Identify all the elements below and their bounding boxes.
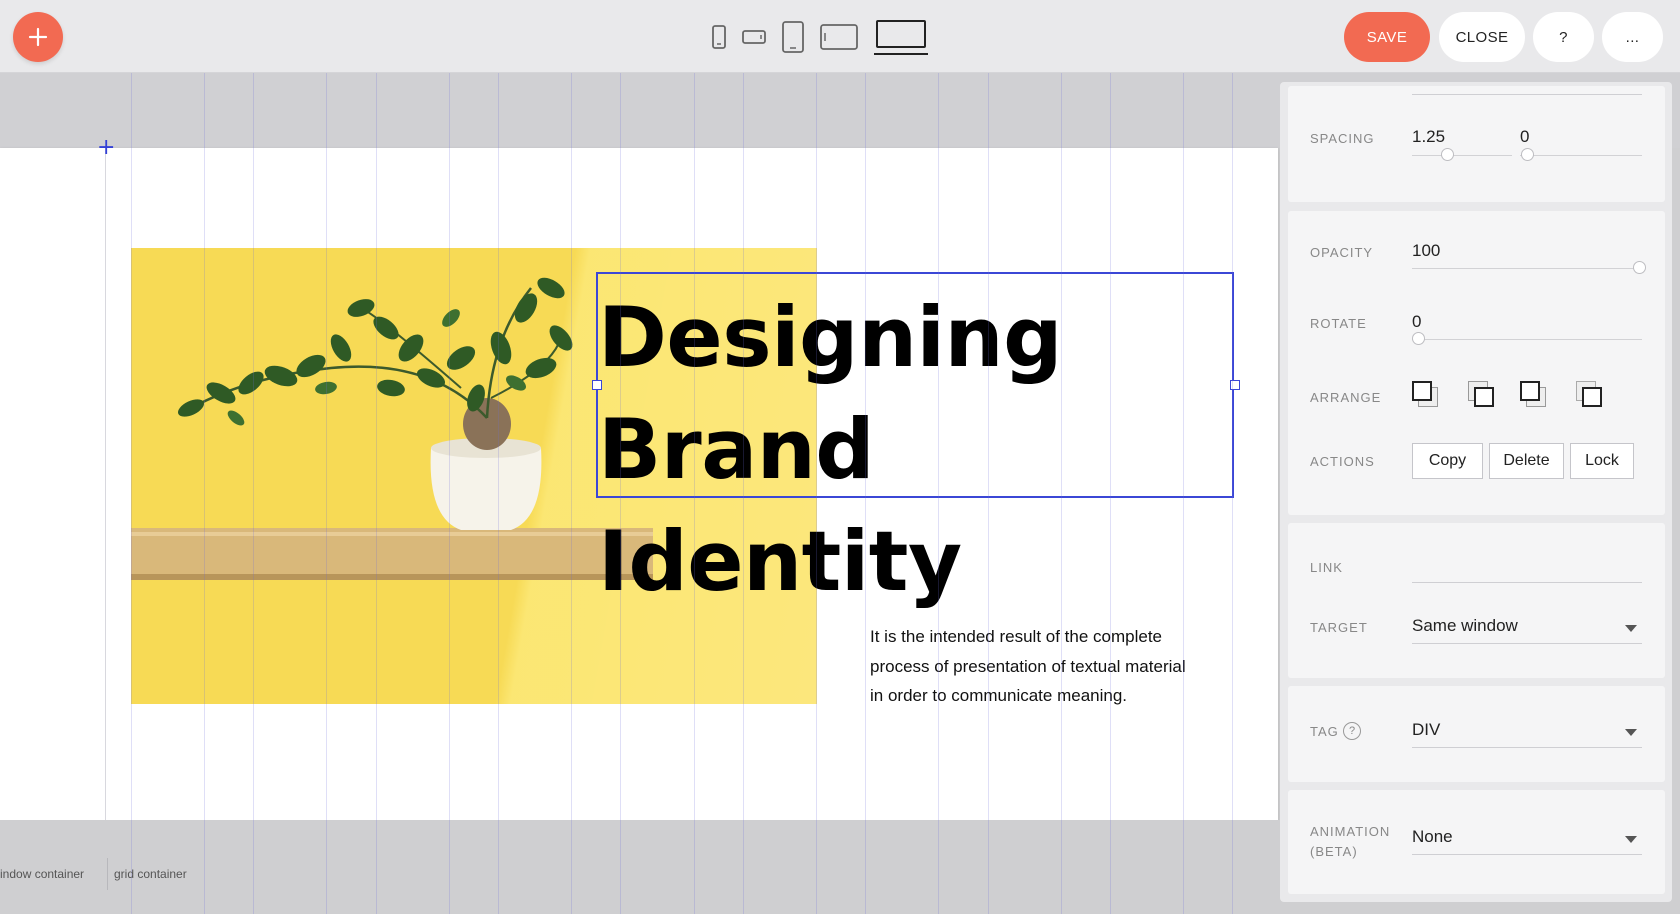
phone-landscape-icon <box>742 30 766 44</box>
close-button[interactable]: CLOSE <box>1439 12 1525 62</box>
bring-forward-button[interactable] <box>1520 381 1548 409</box>
column-guide <box>865 73 866 914</box>
spacing-label: SPACING <box>1310 131 1375 146</box>
rotate-label: ROTATE <box>1310 316 1367 331</box>
device-phone-portrait-button[interactable] <box>712 25 726 49</box>
letter-spacing-value[interactable]: 0 <box>1520 127 1529 147</box>
chevron-down-icon[interactable] <box>1625 729 1637 736</box>
opacity-slider-knob[interactable] <box>1633 261 1646 274</box>
column-guide <box>449 73 450 914</box>
bring-to-front-button[interactable] <box>1412 381 1440 409</box>
breadcrumb-grid-container[interactable]: grid container <box>114 867 187 881</box>
column-guide <box>1232 73 1233 914</box>
opacity-slider-track[interactable] <box>1412 268 1642 269</box>
column-guide <box>498 73 499 914</box>
letter-spacing-slider-knob[interactable] <box>1521 148 1534 161</box>
animation-label-line-2: (BETA) <box>1310 844 1358 859</box>
card-top-divider <box>1412 94 1642 95</box>
line-spacing-value[interactable]: 1.25 <box>1412 127 1445 147</box>
animation-label: ANIMATION (BETA) <box>1310 822 1390 862</box>
save-button[interactable]: SAVE <box>1344 12 1430 62</box>
column-guide <box>988 73 989 914</box>
page-left-edge <box>105 148 106 820</box>
column-guide <box>326 73 327 914</box>
laptop-icon <box>876 19 926 48</box>
copy-button[interactable]: Copy <box>1412 443 1483 479</box>
delete-button[interactable]: Delete <box>1489 443 1564 479</box>
tablet-landscape-icon <box>820 24 858 50</box>
animation-select[interactable]: None <box>1412 827 1453 847</box>
device-tablet-landscape-button[interactable] <box>820 24 858 50</box>
target-select-underline <box>1412 643 1642 644</box>
device-tablet-portrait-button[interactable] <box>782 21 804 53</box>
rotate-value[interactable]: 0 <box>1412 312 1421 332</box>
line-spacing-slider-track[interactable] <box>1412 155 1512 156</box>
target-select[interactable]: Same window <box>1412 616 1518 636</box>
help-button[interactable]: ? <box>1533 12 1594 62</box>
opacity-value[interactable]: 100 <box>1412 241 1440 261</box>
add-element-button[interactable] <box>13 12 63 62</box>
animation-label-line-1: ANIMATION <box>1310 824 1391 839</box>
breadcrumb-window-container[interactable]: indow container <box>0 867 84 881</box>
body-paragraph[interactable]: It is the intended result of the complet… <box>870 622 1200 711</box>
column-guide <box>938 73 939 914</box>
column-guide <box>131 73 132 914</box>
breadcrumb-divider <box>107 858 108 890</box>
link-card <box>1288 523 1665 678</box>
device-phone-landscape-button[interactable] <box>742 30 766 44</box>
column-guide <box>1061 73 1062 914</box>
actions-label: ACTIONS <box>1310 454 1375 469</box>
column-guide <box>204 73 205 914</box>
line-spacing-slider-knob[interactable] <box>1441 148 1454 161</box>
bring-to-front-icon <box>1412 381 1432 401</box>
arrange-label: ARRANGE <box>1310 390 1382 405</box>
tag-label: TAG <box>1310 724 1339 739</box>
phone-portrait-icon <box>712 25 726 49</box>
link-input-underline <box>1412 582 1642 583</box>
top-toolbar: SAVE CLOSE ? ... <box>0 0 1680 73</box>
animation-select-underline <box>1412 854 1642 855</box>
link-input[interactable] <box>1412 554 1642 578</box>
rotate-slider-knob[interactable] <box>1412 332 1425 345</box>
send-backward-button[interactable] <box>1576 381 1604 409</box>
lock-button[interactable]: Lock <box>1570 443 1634 479</box>
column-guide <box>694 73 695 914</box>
opacity-label: OPACITY <box>1310 245 1374 260</box>
more-options-button[interactable]: ... <box>1602 12 1663 62</box>
device-switcher <box>712 16 928 58</box>
chevron-down-icon[interactable] <box>1625 836 1637 843</box>
help-circle-icon[interactable]: ? <box>1343 722 1361 740</box>
link-label: LINK <box>1310 560 1343 575</box>
origin-crosshair-icon: + <box>97 135 116 160</box>
send-to-back-icon <box>1474 387 1494 407</box>
column-guide <box>376 73 377 914</box>
chevron-down-icon[interactable] <box>1625 625 1637 632</box>
target-label: TARGET <box>1310 620 1368 635</box>
send-backward-icon <box>1582 387 1602 407</box>
column-guide <box>1110 73 1111 914</box>
column-guide <box>620 73 621 914</box>
send-to-back-button[interactable] <box>1468 381 1496 409</box>
column-guide <box>743 73 744 914</box>
device-desktop-button[interactable] <box>874 19 928 55</box>
bring-forward-icon <box>1520 381 1540 401</box>
letter-spacing-slider-track[interactable] <box>1520 155 1642 156</box>
tag-select[interactable]: DIV <box>1412 720 1440 740</box>
column-guide <box>816 73 817 914</box>
tag-select-underline <box>1412 747 1642 748</box>
plus-icon <box>28 27 48 47</box>
tablet-portrait-icon <box>782 21 804 53</box>
column-guide <box>253 73 254 914</box>
column-guide <box>1183 73 1184 914</box>
column-guide <box>571 73 572 914</box>
rotate-slider-track[interactable] <box>1412 339 1642 340</box>
